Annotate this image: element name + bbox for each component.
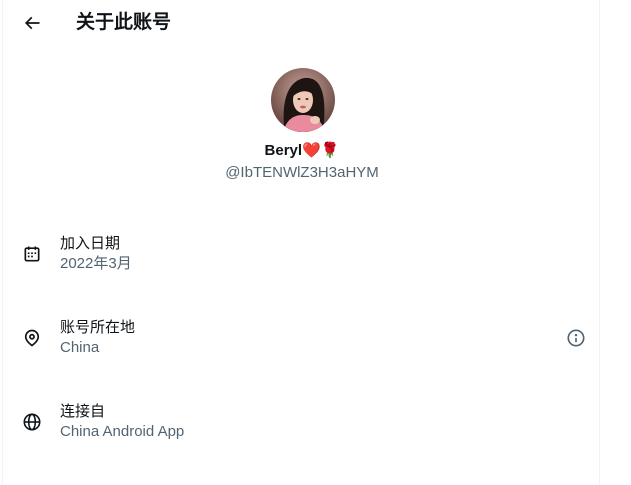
account-location-label: 账号所在地: [60, 319, 136, 336]
avatar[interactable]: [271, 68, 335, 132]
about-account-panel: 关于此账号 Beryl❤️🌹 @IbTENWlZ3H3aHYM 加入日期 202…: [2, 0, 600, 485]
arrow-left-icon: [22, 13, 42, 33]
globe-icon: [21, 411, 43, 433]
location-pin-icon: [21, 327, 43, 349]
connected-via-value: China Android App: [60, 423, 185, 440]
info-row-join-date: 加入日期 2022年3月: [3, 234, 601, 294]
join-date-label: 加入日期: [60, 235, 121, 252]
page: 关于此账号 Beryl❤️🌹 @IbTENWlZ3H3aHYM 加入日期 202…: [0, 0, 631, 485]
back-button[interactable]: [17, 8, 47, 38]
page-title: 关于此账号: [76, 12, 172, 33]
display-name: Beryl❤️🌹: [264, 142, 340, 159]
header: 关于此账号: [3, 0, 601, 46]
username-handle: @IbTENWlZ3H3aHYM: [225, 164, 379, 181]
account-location-value: China: [60, 339, 100, 356]
join-date-value: 2022年3月: [60, 255, 132, 272]
info-row-connected-via: 连接自 China Android App: [3, 402, 601, 462]
calendar-icon: [21, 243, 43, 265]
info-row-account-location: 账号所在地 China: [3, 318, 601, 378]
info-circle-icon[interactable]: [565, 327, 587, 349]
connected-via-label: 连接自: [60, 403, 106, 420]
